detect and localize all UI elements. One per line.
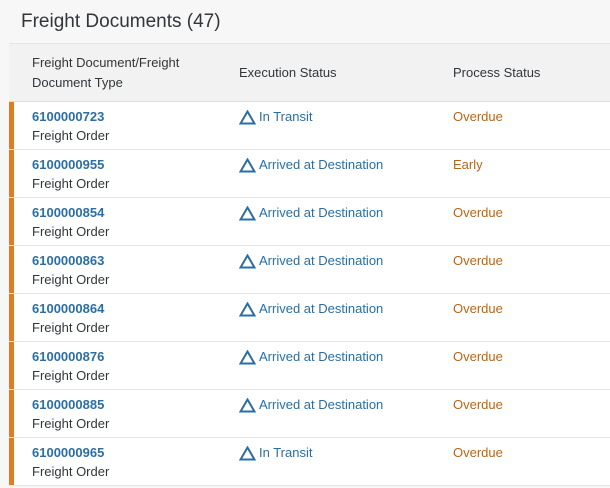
freight-document-type: Freight Order	[32, 464, 110, 479]
execution-status: Arrived at Destination	[239, 299, 383, 319]
cell-execution-status: Arrived at Destination	[239, 342, 449, 389]
cell-process-status: Early	[453, 150, 603, 197]
cell-execution-status: In Transit	[239, 438, 449, 485]
cell-freight-document: 6100000885 Freight Order	[32, 390, 227, 437]
freight-document-type: Freight Order	[32, 272, 110, 287]
row-highlight-indicator	[9, 246, 14, 293]
cell-execution-status: Arrived at Destination	[239, 246, 449, 293]
row-highlight-indicator	[9, 294, 14, 341]
cell-freight-document: 6100000965 Freight Order	[32, 438, 227, 485]
cell-execution-status: Arrived at Destination	[239, 150, 449, 197]
row-highlight-indicator	[9, 438, 14, 485]
table-row[interactable]: 6100000723 Freight Order In Transit Overdue	[9, 102, 610, 150]
freight-document-link[interactable]: 6100000885	[32, 396, 227, 414]
row-highlight-indicator	[9, 390, 14, 437]
row-highlight-indicator	[9, 150, 14, 197]
table-row[interactable]: 6100000885 Freight Order Arrived at Destin…	[9, 390, 610, 438]
execution-status-label: Arrived at Destination	[259, 253, 384, 268]
execution-status-label: In Transit	[259, 109, 313, 124]
freight-document-link[interactable]: 6100000876	[32, 348, 227, 366]
triangle-outline-icon	[239, 301, 256, 316]
table-row[interactable]: 6100000876 Freight Order Arrived at Destin…	[9, 342, 610, 390]
freight-document-type: Freight Order	[32, 128, 110, 143]
table-row[interactable]: 6100000955 Freight Order Arrived at Destin…	[9, 150, 610, 198]
cell-freight-document: 6100000876 Freight Order	[32, 342, 227, 389]
process-status-label: Overdue	[453, 349, 503, 364]
freight-document-type: Freight Order	[32, 320, 110, 335]
process-status-label: Overdue	[453, 397, 503, 412]
execution-status: In Transit	[239, 443, 312, 463]
cell-execution-status: In Transit	[239, 102, 449, 149]
freight-document-link[interactable]: 6100000864	[32, 300, 227, 318]
cell-freight-document: 6100000863 Freight Order	[32, 246, 227, 293]
triangle-outline-icon	[239, 253, 256, 268]
table-row[interactable]: 6100000863 Freight Order Arrived at Destin…	[9, 246, 610, 294]
execution-status: Arrived at Destination	[239, 155, 383, 175]
cell-process-status: Overdue	[453, 102, 603, 149]
freight-document-link[interactable]: 6100000854	[32, 204, 227, 222]
process-status-label: Overdue	[453, 301, 503, 316]
cell-process-status: Overdue	[453, 294, 603, 341]
cell-process-status: Overdue	[453, 246, 603, 293]
freight-document-type: Freight Order	[32, 176, 110, 191]
column-header-process-status[interactable]: Process Status	[453, 44, 603, 102]
triangle-outline-icon	[239, 205, 256, 220]
execution-status: Arrived at Destination	[239, 203, 383, 223]
freight-documents-table: Freight Document/Freight Document Type E…	[9, 43, 610, 486]
freight-document-type: Freight Order	[32, 224, 110, 239]
table-row[interactable]: 6100000965 Freight Order In Transit Overdue	[9, 438, 610, 486]
table-body: 6100000723 Freight Order In Transit Overdue…	[9, 102, 610, 486]
page-title: Freight Documents (47)	[21, 10, 221, 32]
execution-status: Arrived at Destination	[239, 251, 383, 271]
cell-freight-document: 6100000955 Freight Order	[32, 150, 227, 197]
process-status-label: Overdue	[453, 445, 503, 460]
execution-status: In Transit	[239, 107, 312, 127]
cell-execution-status: Arrived at Destination	[239, 294, 449, 341]
freight-document-type: Freight Order	[32, 416, 110, 431]
execution-status-label: In Transit	[259, 445, 313, 460]
column-header-freight-document[interactable]: Freight Document/Freight Document Type	[32, 44, 222, 102]
row-highlight-indicator	[9, 102, 14, 149]
execution-status-label: Arrived at Destination	[259, 205, 384, 220]
triangle-outline-icon	[239, 157, 256, 172]
execution-status-label: Arrived at Destination	[259, 397, 384, 412]
cell-execution-status: Arrived at Destination	[239, 390, 449, 437]
cell-process-status: Overdue	[453, 390, 603, 437]
triangle-outline-icon	[239, 445, 256, 460]
triangle-outline-icon	[239, 349, 256, 364]
freight-document-type: Freight Order	[32, 368, 110, 383]
row-highlight-indicator	[9, 198, 14, 245]
process-status-label: Overdue	[453, 205, 503, 220]
cell-freight-document: 6100000723 Freight Order	[32, 102, 227, 149]
execution-status-label: Arrived at Destination	[259, 157, 384, 172]
process-status-label: Early	[453, 157, 483, 172]
process-status-label: Overdue	[453, 253, 503, 268]
freight-document-link[interactable]: 6100000965	[32, 444, 227, 462]
freight-document-link[interactable]: 6100000955	[32, 156, 227, 174]
title-bar: Freight Documents (47)	[0, 0, 610, 43]
cell-freight-document: 6100000864 Freight Order	[32, 294, 227, 341]
cell-process-status: Overdue	[453, 438, 603, 485]
freight-document-link[interactable]: 6100000723	[32, 108, 227, 126]
execution-status-label: Arrived at Destination	[259, 301, 384, 316]
table-header-row: Freight Document/Freight Document Type E…	[9, 44, 610, 102]
cell-process-status: Overdue	[453, 198, 603, 245]
execution-status: Arrived at Destination	[239, 395, 383, 415]
execution-status-label: Arrived at Destination	[259, 349, 384, 364]
freight-documents-page: Freight Documents (47) Freight Document/…	[0, 0, 610, 488]
process-status-label: Overdue	[453, 109, 503, 124]
cell-process-status: Overdue	[453, 342, 603, 389]
column-header-execution-status[interactable]: Execution Status	[239, 44, 439, 102]
freight-document-link[interactable]: 6100000863	[32, 252, 227, 270]
execution-status: Arrived at Destination	[239, 347, 383, 367]
triangle-outline-icon	[239, 109, 256, 124]
cell-freight-document: 6100000854 Freight Order	[32, 198, 227, 245]
cell-execution-status: Arrived at Destination	[239, 198, 449, 245]
triangle-outline-icon	[239, 397, 256, 412]
row-highlight-indicator	[9, 342, 14, 389]
table-row[interactable]: 6100000854 Freight Order Arrived at Destin…	[9, 198, 610, 246]
table-row[interactable]: 6100000864 Freight Order Arrived at Destin…	[9, 294, 610, 342]
